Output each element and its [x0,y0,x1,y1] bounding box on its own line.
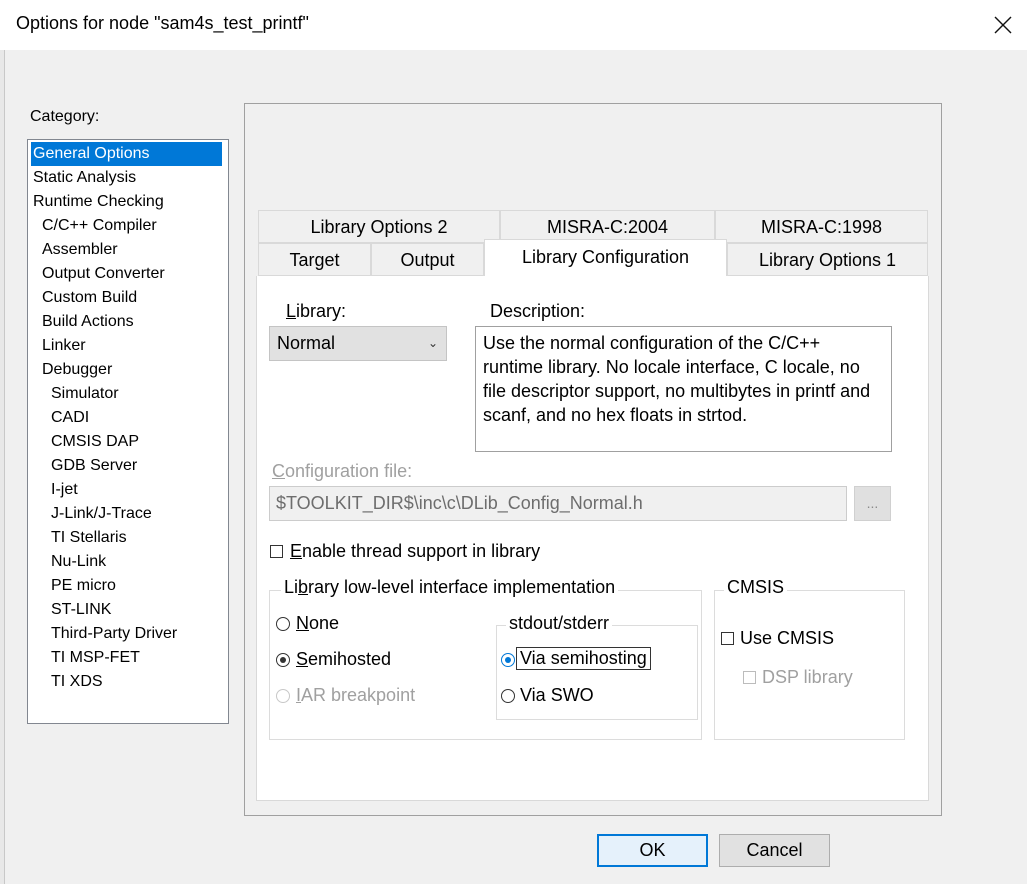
use-cmsis-checkbox[interactable] [721,632,734,645]
close-button[interactable] [978,6,1027,44]
thread-support-label: Enable thread support in library [290,541,541,561]
radio-iar-breakpoint-label: IAR breakpoint [296,685,416,705]
category-item[interactable]: TI MSP-FET [31,646,140,670]
radio-via-swo-label: Via SWO [520,685,594,705]
category-item[interactable]: Debugger [31,358,112,382]
dsp-library-label: DSP library [762,667,853,687]
category-item[interactable]: Custom Build [31,286,137,310]
radio-semihosted[interactable] [276,653,290,667]
category-list[interactable]: General Options Static Analysis Runtime Ch… [27,139,229,724]
category-item[interactable]: J-Link/J-Trace [31,502,152,526]
category-item[interactable]: I-jet [31,478,78,502]
category-item[interactable]: TI XDS [31,670,103,694]
cmsis-group-title: CMSIS [724,577,788,598]
config-file-label: Configuration file: [272,461,413,481]
description-label: Description: [490,301,586,321]
low-level-group-title: Library low-level interface implementati… [281,577,619,598]
category-item[interactable]: Build Actions [31,310,134,334]
tab-output[interactable]: Output [371,243,484,276]
tab-library-options-2[interactable]: Library Options 2 [258,210,500,243]
close-icon [994,16,1012,34]
window-title: Options for node "sam4s_test_printf" [16,13,309,33]
cmsis-group [714,590,905,740]
category-item[interactable]: General Options [31,142,222,166]
radio-via-swo[interactable] [501,689,515,703]
chevron-down-icon: ⌄ [427,336,438,350]
category-label: Category: [30,108,100,125]
category-item[interactable]: Output Converter [31,262,165,286]
category-item[interactable]: Assembler [31,238,118,262]
category-item[interactable]: CMSIS DAP [31,430,139,454]
cancel-button[interactable]: Cancel [719,834,830,867]
radio-none[interactable] [276,617,290,631]
radio-semihosted-label: Semihosted [296,649,392,669]
category-item[interactable]: Third-Party Driver [31,622,177,646]
tab-library-options-1[interactable]: Library Options 1 [727,243,928,276]
tab-target[interactable]: Target [258,243,371,276]
category-item[interactable]: CADI [31,406,89,430]
library-label: Library: [286,301,347,321]
category-item[interactable]: ST-LINK [31,598,111,622]
use-cmsis-label: Use CMSIS [740,628,835,648]
category-item[interactable]: Runtime Checking [31,190,164,214]
category-item[interactable]: Linker [31,334,86,358]
library-select[interactable]: Normal ⌄ [269,326,447,361]
browse-button[interactable]: ... [854,486,891,521]
radio-via-semihosting-label: Via semihosting [516,647,651,670]
category-item[interactable]: Simulator [31,382,119,406]
ok-button[interactable]: OK [597,834,708,867]
category-item[interactable]: TI Stellaris [31,526,127,550]
category-item[interactable]: GDB Server [31,454,137,478]
config-file-input[interactable]: $TOOLKIT_DIR$\inc\c\DLib_Config_Normal.h [269,486,847,521]
description-text: Use the normal configuration of the C/C+… [475,326,892,452]
category-item[interactable]: Static Analysis [31,166,136,190]
thread-support-checkbox[interactable] [270,545,283,558]
tab-library-configuration[interactable]: Library Configuration [484,239,727,277]
window-left-edge [0,50,5,884]
radio-none-label: None [296,613,340,633]
category-item[interactable]: Nu-Link [31,550,106,574]
radio-iar-breakpoint[interactable] [276,689,290,703]
category-item[interactable]: PE micro [31,574,116,598]
radio-via-semihosting[interactable] [501,653,515,667]
category-item[interactable]: C/C++ Compiler [31,214,157,238]
dsp-library-checkbox[interactable] [743,671,756,684]
library-select-value: Normal [277,333,336,353]
tab-misra-c-1998[interactable]: MISRA-C:1998 [715,210,928,243]
stdout-group-title: stdout/stderr [506,613,613,634]
